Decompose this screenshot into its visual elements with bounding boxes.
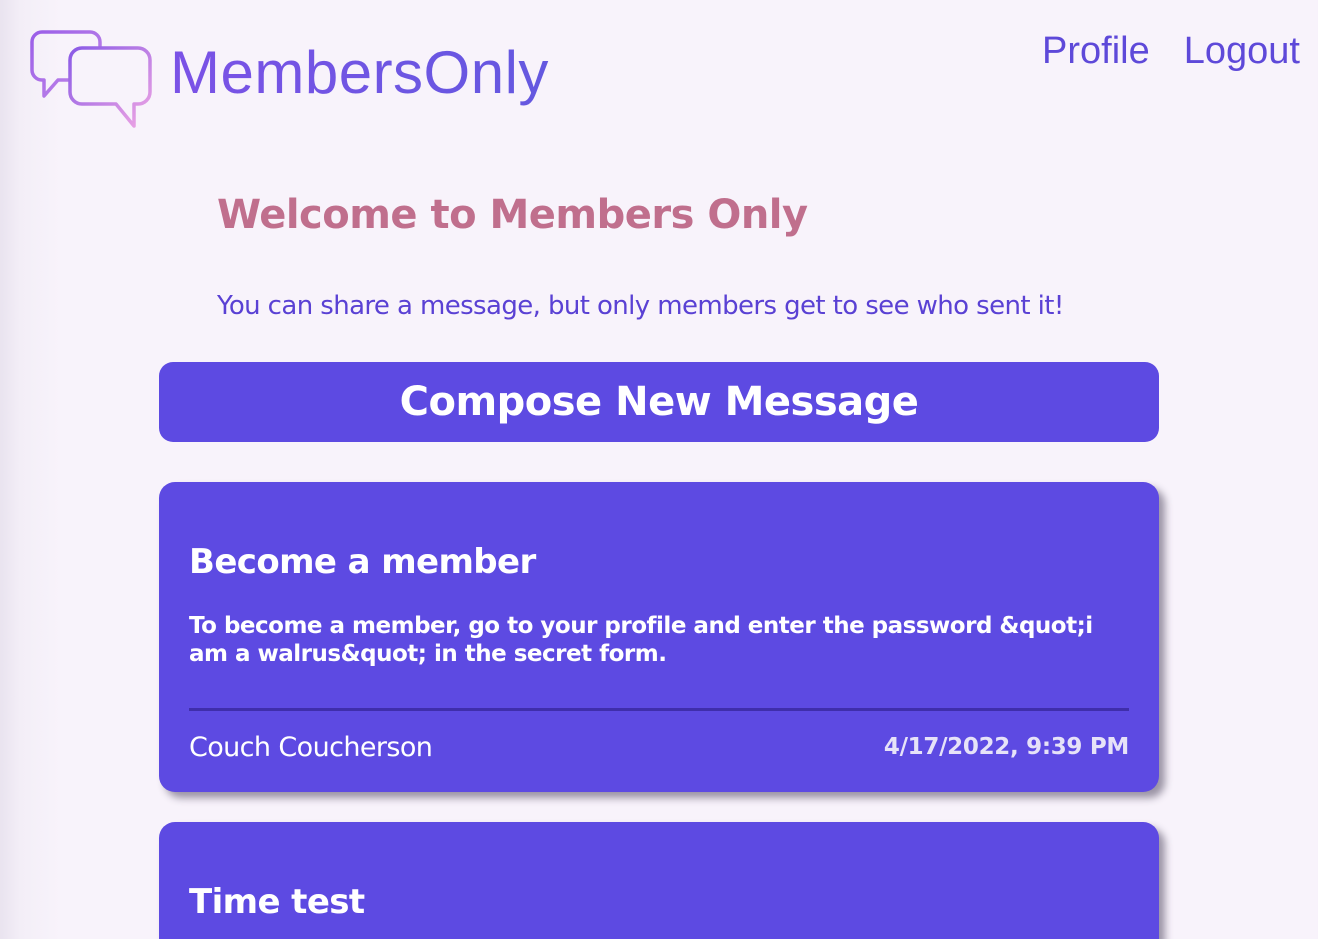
page-title: Welcome to Members Only bbox=[217, 192, 808, 238]
site-logo-text[interactable]: MembersOnly bbox=[170, 38, 549, 108]
top-nav: Profile Logout bbox=[1042, 28, 1300, 74]
message-author: Couch Coucherson bbox=[189, 732, 433, 763]
compose-new-message-button[interactable]: Compose New Message bbox=[159, 362, 1159, 442]
message-divider bbox=[189, 708, 1129, 711]
message-title: Become a member bbox=[189, 542, 536, 582]
page-subtitle: You can share a message, but only member… bbox=[217, 291, 1064, 321]
message-card: Time test bbox=[159, 822, 1159, 939]
chat-bubbles-logo-icon[interactable] bbox=[28, 28, 154, 132]
message-title: Time test bbox=[189, 882, 365, 922]
site-header: MembersOnly Profile Logout bbox=[0, 0, 1318, 140]
logout-link[interactable]: Logout bbox=[1184, 28, 1300, 74]
message-timestamp: 4/17/2022, 9:39 PM bbox=[883, 734, 1129, 760]
message-card: Become a member To become a member, go t… bbox=[159, 482, 1159, 792]
message-body: To become a member, go to your profile a… bbox=[189, 613, 1093, 667]
profile-link[interactable]: Profile bbox=[1042, 28, 1150, 74]
